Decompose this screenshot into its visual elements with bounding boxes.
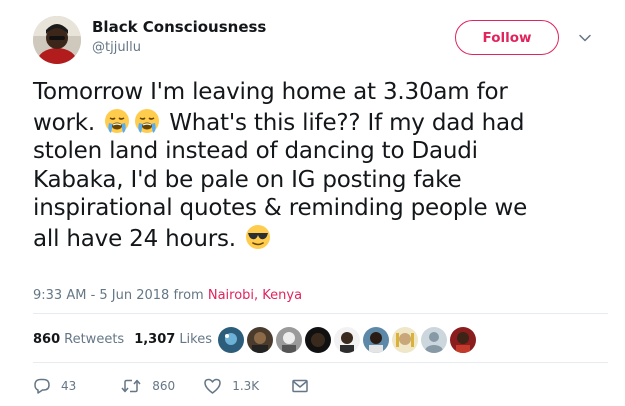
liker-avatar[interactable] xyxy=(450,327,476,353)
likes-label: Likes xyxy=(179,331,213,347)
reply-button[interactable]: 43 xyxy=(33,377,76,395)
retweets-label: Retweets xyxy=(64,331,125,347)
retweets-count: 860 xyxy=(33,331,61,347)
loudly-crying-face-icon xyxy=(103,107,131,135)
liker-avatar[interactable] xyxy=(247,327,273,353)
tweet-stats: 860 Retweets 1,307 Likes xyxy=(33,326,212,352)
like-button[interactable]: 1.3K xyxy=(203,377,259,395)
reply-count: 43 xyxy=(61,379,77,393)
tweet-line-text: all have 24 hours. xyxy=(33,225,236,252)
tweet-card: Black Consciousness @tjjullu Follow Tomo… xyxy=(0,0,625,406)
user-handle[interactable]: @tjjullu xyxy=(92,40,141,55)
tweet-timestamp: 9:33 AM - 5 Jun 2018 from Nairobi, Kenya xyxy=(33,288,302,303)
location-link[interactable]: Nairobi, Kenya xyxy=(208,288,302,303)
tweet-line: work. What's this life?? If my dad had xyxy=(33,107,618,138)
likes-stat[interactable]: 1,307 Likes xyxy=(134,332,212,347)
tweet-line: inspirational quotes & reminding people … xyxy=(33,195,528,221)
divider xyxy=(33,313,608,314)
liker-avatar[interactable] xyxy=(276,327,302,353)
heart-icon xyxy=(203,377,222,395)
tweet-line: all have 24 hours. xyxy=(33,223,618,254)
tweet-text: Tomorrow I'm leaving home at 3.30am for … xyxy=(33,78,618,253)
chevron-down-icon[interactable] xyxy=(578,30,592,44)
tweet-line: Tomorrow I'm leaving home at 3.30am for xyxy=(33,79,508,105)
liker-avatar[interactable] xyxy=(334,327,360,353)
likes-count: 1,307 xyxy=(134,331,176,347)
tweet-line-text: What's this life?? If my dad had xyxy=(169,109,525,136)
loudly-crying-face-icon xyxy=(133,107,161,135)
tweet-line: Kabaka, I'd be pale on IG posting fake xyxy=(33,166,462,193)
like-count: 1.3K xyxy=(232,379,260,393)
divider xyxy=(33,362,608,363)
retweet-button[interactable]: 860 xyxy=(120,377,175,395)
direct-message-button[interactable] xyxy=(291,377,309,395)
smiling-face-with-sunglasses-icon xyxy=(244,223,272,251)
retweets-stat[interactable]: 860 Retweets xyxy=(33,332,124,347)
tweet-actions: 43 860 1.3K xyxy=(33,376,309,396)
tweet-line-text: work. xyxy=(33,109,95,136)
liker-avatar[interactable] xyxy=(421,327,447,353)
liker-avatar[interactable] xyxy=(305,327,331,353)
retweet-count: 860 xyxy=(152,379,176,393)
retweet-icon xyxy=(120,377,142,395)
timestamp-text[interactable]: 9:33 AM - 5 Jun 2018 from xyxy=(33,288,204,303)
reply-icon xyxy=(33,377,51,395)
tweet-line: stolen land instead of dancing to Daudi xyxy=(33,138,478,164)
liker-avatar[interactable] xyxy=(392,327,418,353)
display-name[interactable]: Black Consciousness xyxy=(92,18,266,36)
envelope-icon xyxy=(291,377,309,395)
liker-avatar[interactable] xyxy=(218,327,244,353)
avatar[interactable] xyxy=(33,16,81,64)
follow-button[interactable]: Follow xyxy=(455,20,559,55)
liker-avatar[interactable] xyxy=(363,327,389,353)
liker-avatars xyxy=(218,327,479,353)
